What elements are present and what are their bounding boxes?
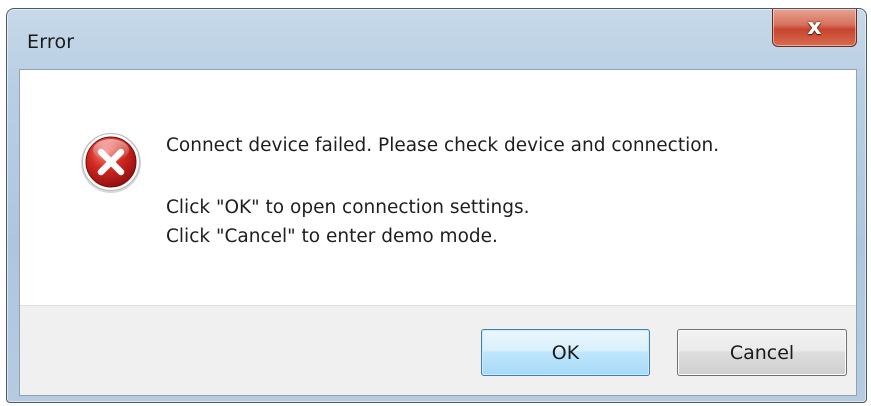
dialog-window: Error x Connect device failed. Please ch…: [6, 8, 867, 403]
window-title: Error: [27, 31, 75, 53]
close-button[interactable]: x: [772, 9, 857, 47]
close-icon: x: [807, 14, 822, 40]
message-area: Connect device failed. Please check devi…: [20, 70, 856, 305]
error-icon: [81, 133, 141, 193]
cancel-instruction: Click "Cancel" to enter demo mode.: [166, 226, 498, 247]
cancel-button[interactable]: Cancel: [677, 329, 847, 376]
ok-button[interactable]: OK: [481, 329, 650, 376]
ok-instruction: Click "OK" to open connection settings.: [166, 197, 530, 218]
dialog-client-area: Connect device failed. Please check devi…: [19, 69, 857, 396]
error-message: Connect device failed. Please check devi…: [166, 135, 720, 156]
